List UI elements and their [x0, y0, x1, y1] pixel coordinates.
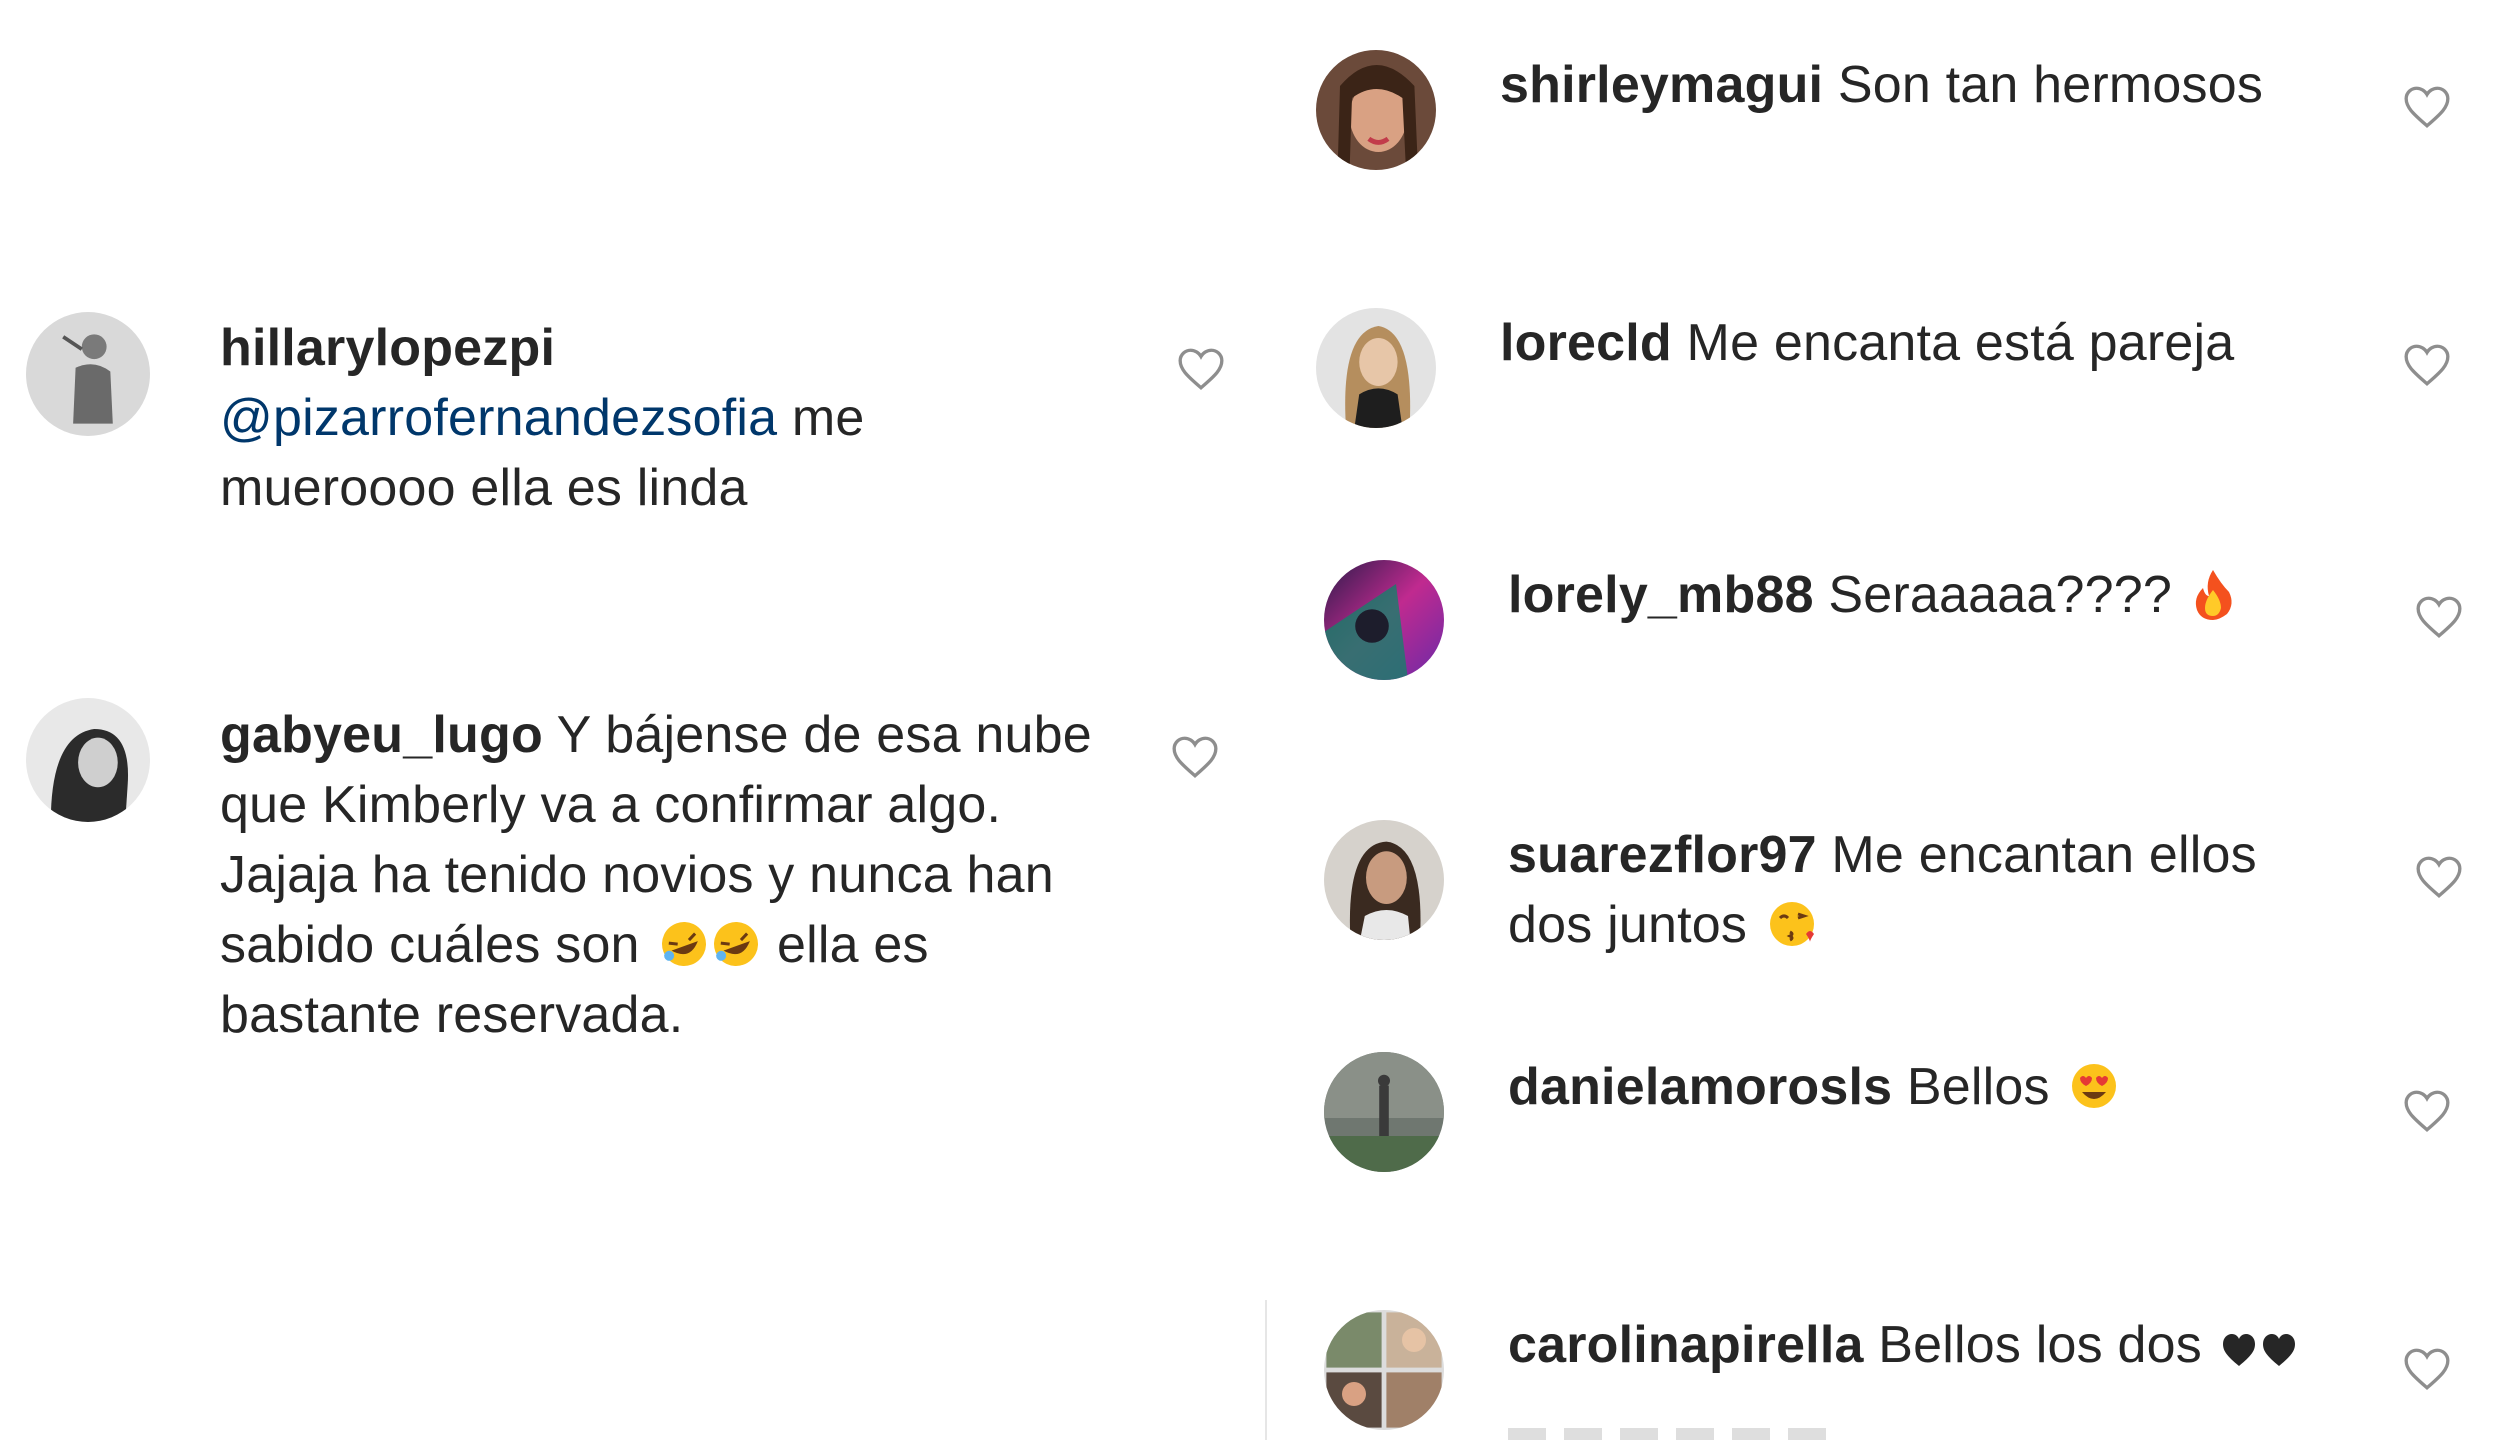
avatar[interactable]: [26, 312, 150, 436]
comment-text: gabyeu_lugo Y bájense de esa nube que Ki…: [220, 706, 1092, 1044]
username-link[interactable]: danielamorosls: [1508, 1058, 1892, 1116]
comment-text: carolinapirella Bellos los dos: [1508, 1310, 2388, 1380]
like-heart-icon[interactable]: [1176, 346, 1226, 392]
avatar[interactable]: [1324, 1052, 1444, 1172]
username-link[interactable]: hillarylopezpi: [220, 319, 555, 377]
rolling-on-floor-laughing-emoji: [658, 918, 762, 970]
like-heart-icon[interactable]: [2414, 594, 2464, 640]
like-heart-icon[interactable]: [2402, 1088, 2452, 1134]
comment-text: hillarylopezpi @pizarrofernandezsofia me…: [220, 319, 865, 517]
heart-eyes-emoji: [2068, 1060, 2120, 1112]
panel-divider: [1265, 1300, 1267, 1440]
comment-text: lorely_mb88 Seraaaaa????: [1508, 560, 2388, 630]
avatar[interactable]: [1316, 50, 1436, 170]
username-link[interactable]: lorecld: [1500, 314, 1672, 372]
comment-text: danielamorosls Bellos: [1508, 1052, 2388, 1122]
avatar[interactable]: [26, 698, 150, 822]
like-heart-icon[interactable]: [1170, 734, 1220, 780]
like-heart-icon[interactable]: [2402, 342, 2452, 388]
comment-text: suarezflor97 Me encantan ellos dos junto…: [1508, 826, 2257, 954]
truncated-metadata-row: [1508, 1428, 1838, 1440]
avatar[interactable]: [1316, 308, 1436, 428]
avatar[interactable]: [1324, 820, 1444, 940]
like-heart-icon[interactable]: [2402, 84, 2452, 130]
comment-text: lorecld Me encanta está pareja: [1500, 314, 2235, 372]
avatar[interactable]: [1324, 560, 1444, 680]
comment-text: shirleymagui Son tan hermosos: [1500, 56, 2264, 114]
username-link[interactable]: gabyeu_lugo: [220, 706, 543, 764]
mention-link[interactable]: @pizarrofernandezsofia: [220, 389, 777, 447]
like-heart-icon[interactable]: [2414, 854, 2464, 900]
username-link[interactable]: carolinapirella: [1508, 1316, 1864, 1374]
username-link[interactable]: shirleymagui: [1500, 56, 1823, 114]
fire-emoji: [2191, 568, 2235, 620]
black-hearts-emoji: [2221, 1330, 2297, 1370]
username-link[interactable]: suarezflor97: [1508, 826, 1817, 884]
avatar[interactable]: [1324, 1310, 1444, 1430]
username-link[interactable]: lorely_mb88: [1508, 566, 1814, 624]
like-heart-icon[interactable]: [2402, 1346, 2452, 1392]
face-blowing-kiss-emoji: [1766, 898, 1818, 950]
